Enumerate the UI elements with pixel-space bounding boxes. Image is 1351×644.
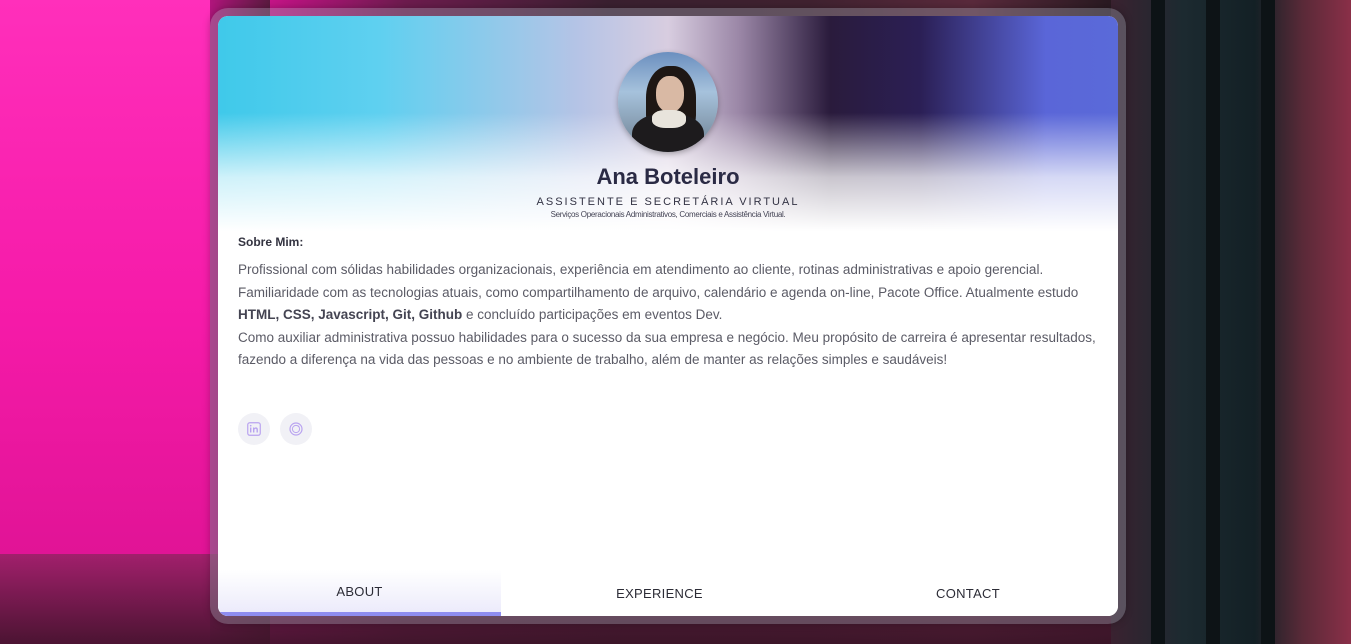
bio-text: e concluído participações em eventos Dev… bbox=[462, 307, 723, 322]
social-links bbox=[238, 413, 312, 445]
background-beam bbox=[1261, 0, 1275, 644]
bio-paragraph-3: Como auxiliar administrativa possuo habi… bbox=[238, 329, 1096, 368]
bio-paragraph-2: Familiaridade com as tecnologias atuais,… bbox=[238, 282, 1102, 327]
tab-bar: ABOUT EXPERIENCE CONTACT bbox=[218, 570, 1118, 616]
tab-about[interactable]: ABOUT bbox=[218, 570, 501, 616]
profile-card: Ana Boteleiro ASSISTENTE E SECRETÁRIA VI… bbox=[218, 16, 1118, 616]
profile-tagline: Serviços Operacionais Administrativos, C… bbox=[550, 210, 786, 219]
about-section: Sobre Mim: Profissional com sólidas habi… bbox=[238, 235, 1102, 372]
about-bio: Profissional com sólidas habilidades org… bbox=[238, 259, 1102, 372]
about-title: Sobre Mim: bbox=[238, 235, 304, 249]
linkedin-button[interactable] bbox=[238, 413, 270, 445]
avatar-scarf bbox=[652, 110, 686, 128]
avatar-face bbox=[656, 76, 684, 112]
background-beam bbox=[1151, 0, 1165, 644]
bio-skills: HTML, CSS, Javascript, Git, Github bbox=[238, 307, 463, 322]
profile-role: ASSISTENTE E SECRETÁRIA VIRTUAL bbox=[536, 196, 800, 208]
avatar bbox=[618, 52, 718, 152]
tab-contact[interactable]: CONTACT bbox=[818, 570, 1118, 616]
instagram-button[interactable] bbox=[280, 413, 312, 445]
background-beam bbox=[1206, 0, 1220, 644]
profile-name: Ana Boteleiro bbox=[596, 164, 740, 189]
instagram-icon bbox=[289, 422, 303, 436]
background-right-structure bbox=[1111, 0, 1351, 644]
bio-paragraph-1: Profissional com sólidas habilidades org… bbox=[238, 262, 1044, 277]
tab-experience[interactable]: EXPERIENCE bbox=[501, 570, 818, 616]
bio-text: Familiaridade com as tecnologias atuais,… bbox=[238, 284, 1079, 300]
linkedin-icon bbox=[247, 422, 261, 436]
background-pink-wall bbox=[0, 0, 270, 644]
